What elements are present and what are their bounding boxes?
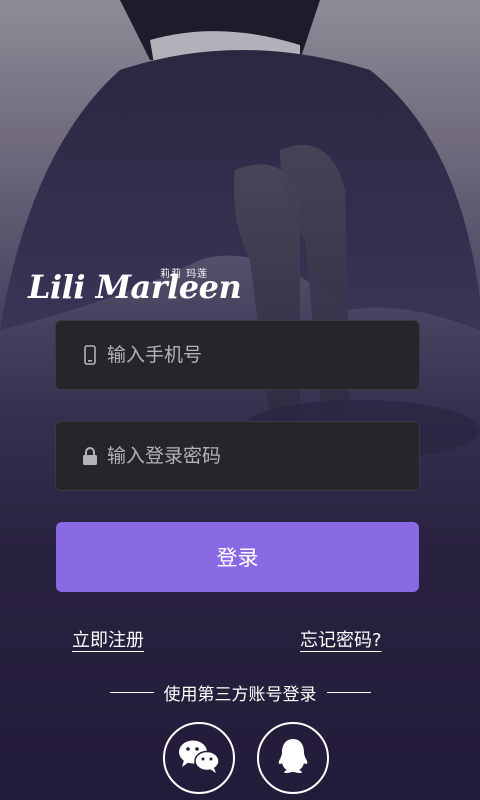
- qq-login-button[interactable]: [257, 722, 329, 794]
- logo-name: Lili Marleen: [28, 268, 242, 306]
- divider-line-left: [109, 692, 154, 693]
- wechat-icon: [177, 738, 221, 778]
- login-button[interactable]: 登录: [56, 522, 419, 592]
- phone-field[interactable]: [55, 320, 420, 390]
- wechat-login-button[interactable]: [163, 722, 235, 794]
- app-logo: Lili Marleen 莉莉 玛莲: [28, 262, 242, 306]
- password-field[interactable]: [55, 421, 420, 491]
- logo-subtitle: 莉莉 玛莲: [160, 269, 209, 280]
- forgot-password-link[interactable]: 忘记密码?: [300, 626, 382, 652]
- third-party-label: 使用第三方账号登录: [163, 685, 317, 705]
- divider-line-right: [326, 692, 371, 693]
- phone-input[interactable]: [107, 344, 419, 366]
- register-link[interactable]: 立即注册: [72, 626, 144, 652]
- phone-icon: [81, 345, 99, 365]
- background-photo: [0, 0, 480, 460]
- third-party-login-divider: 使用第三方账号登录: [0, 680, 480, 705]
- password-input[interactable]: [107, 445, 419, 467]
- qq-icon: [276, 737, 310, 779]
- lock-icon: [81, 446, 99, 466]
